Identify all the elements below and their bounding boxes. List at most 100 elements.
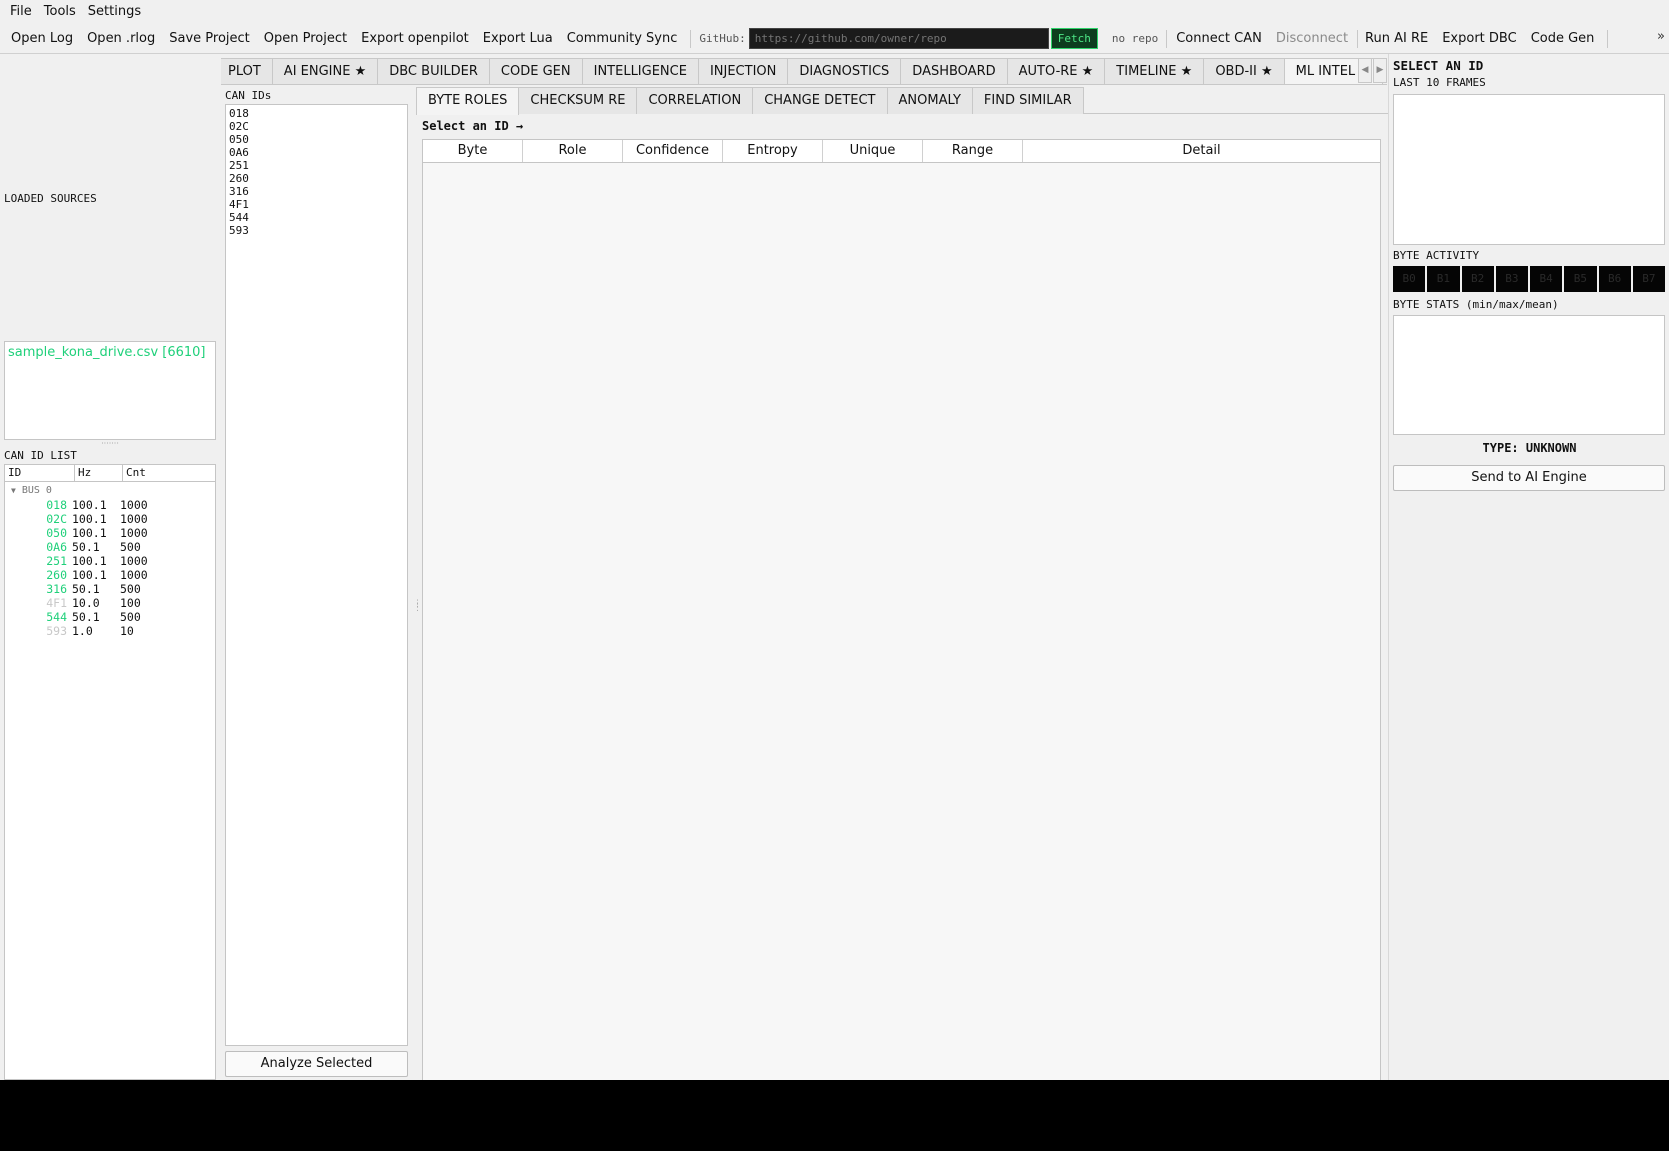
row-hz: 100.1 xyxy=(72,498,107,512)
export-openpilot-button[interactable]: Export openpilot xyxy=(354,31,476,46)
row-hz: 10.0 xyxy=(72,596,100,610)
column-header-hz[interactable]: Hz xyxy=(75,465,123,481)
can-id-item[interactable]: 0A6 xyxy=(229,146,404,159)
row-id: 050 xyxy=(46,526,67,540)
subtab-find-similar[interactable]: FIND SIMILAR xyxy=(971,87,1084,114)
disconnect-button[interactable]: Disconnect xyxy=(1269,31,1355,46)
column-header-unique[interactable]: Unique xyxy=(823,140,923,162)
subtab-checksum-re[interactable]: CHECKSUM RE xyxy=(518,87,638,114)
byte-roles-table[interactable]: Byte Role Confidence Entropy Unique Range Deta… xyxy=(422,139,1381,1080)
open-rlog-button[interactable]: Open .rlog xyxy=(80,31,162,46)
tab-diagnostics[interactable]: DIAGNOSTICS xyxy=(787,58,902,84)
menu-settings[interactable]: Settings xyxy=(83,4,146,19)
tab-dbc-builder[interactable]: DBC BUILDER xyxy=(377,58,490,84)
can-id-item[interactable]: 260 xyxy=(229,172,404,185)
tab-auto-re[interactable]: AUTO-RE ★ xyxy=(1006,58,1106,84)
open-project-button[interactable]: Open Project xyxy=(257,31,354,46)
code-gen-button[interactable]: Code Gen xyxy=(1524,31,1602,46)
tab-scroll-right-icon[interactable]: ▶ xyxy=(1373,58,1387,83)
bus-group[interactable]: ▼ BUS 0 xyxy=(5,484,215,498)
tab-scroll-left-icon[interactable]: ◀ xyxy=(1358,58,1372,83)
table-row[interactable]: 0A6 50.1 500 xyxy=(5,540,215,554)
can-id-item[interactable]: 02C xyxy=(229,120,404,133)
can-id-item[interactable]: 018 xyxy=(229,107,404,120)
table-row[interactable]: 018 100.1 1000 xyxy=(5,498,215,512)
send-to-ai-engine-button[interactable]: Send to AI Engine xyxy=(1393,465,1665,491)
can-id-tree[interactable]: ID Hz Cnt ▼ BUS 0 018 100.1 1000 02C 100.1 100… xyxy=(4,464,216,1080)
menu-file[interactable]: File xyxy=(5,4,37,19)
row-id: 02C xyxy=(46,512,67,526)
can-ids-list[interactable]: 018 02C 050 0A6 251 260 316 4F1 544 593 xyxy=(225,104,408,1046)
subtab-correlation[interactable]: CORRELATION xyxy=(636,87,754,114)
toolbar-overflow-icon[interactable]: » xyxy=(1657,29,1665,44)
table-row[interactable]: 260 100.1 1000 xyxy=(5,568,215,582)
last-frames-view[interactable] xyxy=(1393,94,1665,245)
tab-intelligence[interactable]: INTELLIGENCE xyxy=(581,58,699,84)
source-item[interactable]: sample_kona_drive.csv [6610] xyxy=(8,345,212,360)
table-row[interactable]: 544 50.1 500 xyxy=(5,610,215,624)
byte-stats-view[interactable] xyxy=(1393,315,1665,435)
subtab-byte-roles[interactable]: BYTE ROLES xyxy=(416,87,520,115)
can-id-item[interactable]: 544 xyxy=(229,211,404,224)
table-row[interactable]: 316 50.1 500 xyxy=(5,582,215,596)
column-header-confidence[interactable]: Confidence xyxy=(623,140,723,162)
row-cnt: 1000 xyxy=(120,526,148,540)
tab-code-gen[interactable]: CODE GEN xyxy=(488,58,583,84)
byte-cell-b7: B7 xyxy=(1632,266,1665,292)
row-id: 544 xyxy=(46,610,67,624)
splitter-handle[interactable]: ······· xyxy=(100,440,120,448)
fetch-button[interactable]: Fetch xyxy=(1050,28,1098,49)
byte-roles-header: Byte Role Confidence Entropy Unique Range Deta… xyxy=(423,140,1380,163)
tab-timeline[interactable]: TIMELINE ★ xyxy=(1104,58,1205,84)
table-row[interactable]: 251 100.1 1000 xyxy=(5,554,215,568)
vertical-splitter[interactable]: ⋮ ⋮ xyxy=(413,600,422,613)
last-frames-label: LAST 10 FRAMES xyxy=(1393,76,1486,89)
row-cnt: 100 xyxy=(120,596,141,610)
analyze-selected-button[interactable]: Analyze Selected xyxy=(225,1051,408,1077)
tab-ai-engine[interactable]: AI ENGINE ★ xyxy=(271,58,379,84)
connect-can-button[interactable]: Connect CAN xyxy=(1169,31,1269,46)
row-cnt: 500 xyxy=(120,582,141,596)
can-id-item[interactable]: 316 xyxy=(229,185,404,198)
export-lua-button[interactable]: Export Lua xyxy=(476,31,560,46)
column-header-range[interactable]: Range xyxy=(923,140,1023,162)
column-header-id[interactable]: ID xyxy=(5,465,75,481)
github-url-input[interactable] xyxy=(748,28,1049,49)
tab-dashboard[interactable]: DASHBOARD xyxy=(900,58,1008,84)
row-hz: 1.0 xyxy=(72,624,93,638)
column-header-entropy[interactable]: Entropy xyxy=(723,140,823,162)
can-id-item[interactable]: 050 xyxy=(229,133,404,146)
run-ai-re-button[interactable]: Run AI RE xyxy=(1358,31,1435,46)
byte-cell-b2: B2 xyxy=(1461,266,1494,292)
tab-plot[interactable]: PLOT xyxy=(221,58,273,84)
tab-obd-ii[interactable]: OBD-II ★ xyxy=(1203,58,1285,84)
ml-sub-tab-bar: BYTE ROLES CHECKSUM RE CORRELATION CHANGE D… xyxy=(416,87,1388,115)
table-row[interactable]: 050 100.1 1000 xyxy=(5,526,215,540)
column-header-role[interactable]: Role xyxy=(523,140,623,162)
table-row[interactable]: 02C 100.1 1000 xyxy=(5,512,215,526)
menu-tools[interactable]: Tools xyxy=(39,4,81,19)
loaded-sources-list[interactable]: sample_kona_drive.csv [6610] xyxy=(4,341,216,440)
row-id: 018 xyxy=(46,498,67,512)
row-cnt: 1000 xyxy=(120,498,148,512)
save-project-button[interactable]: Save Project xyxy=(162,31,257,46)
community-sync-button[interactable]: Community Sync xyxy=(560,31,685,46)
row-hz: 50.1 xyxy=(72,540,100,554)
can-id-item[interactable]: 593 xyxy=(229,224,404,237)
open-log-button[interactable]: Open Log xyxy=(4,31,80,46)
row-id: 593 xyxy=(46,624,67,638)
can-id-item[interactable]: 4F1 xyxy=(229,198,404,211)
subtab-change-detect[interactable]: CHANGE DETECT xyxy=(752,87,888,114)
row-hz: 50.1 xyxy=(72,610,100,624)
subtab-anomaly[interactable]: ANOMALY xyxy=(886,87,973,114)
table-row[interactable]: 593 1.0 10 xyxy=(5,624,215,638)
toolbar-separator xyxy=(690,29,692,48)
export-dbc-button[interactable]: Export DBC xyxy=(1435,31,1523,46)
can-id-item[interactable]: 251 xyxy=(229,159,404,172)
table-row[interactable]: 4F1 10.0 100 xyxy=(5,596,215,610)
column-header-detail[interactable]: Detail xyxy=(1023,140,1380,162)
expand-triangle-icon[interactable]: ▼ xyxy=(11,486,16,495)
column-header-byte[interactable]: Byte xyxy=(423,140,523,162)
tab-injection[interactable]: INJECTION xyxy=(697,58,789,84)
column-header-cnt[interactable]: Cnt xyxy=(123,465,215,481)
